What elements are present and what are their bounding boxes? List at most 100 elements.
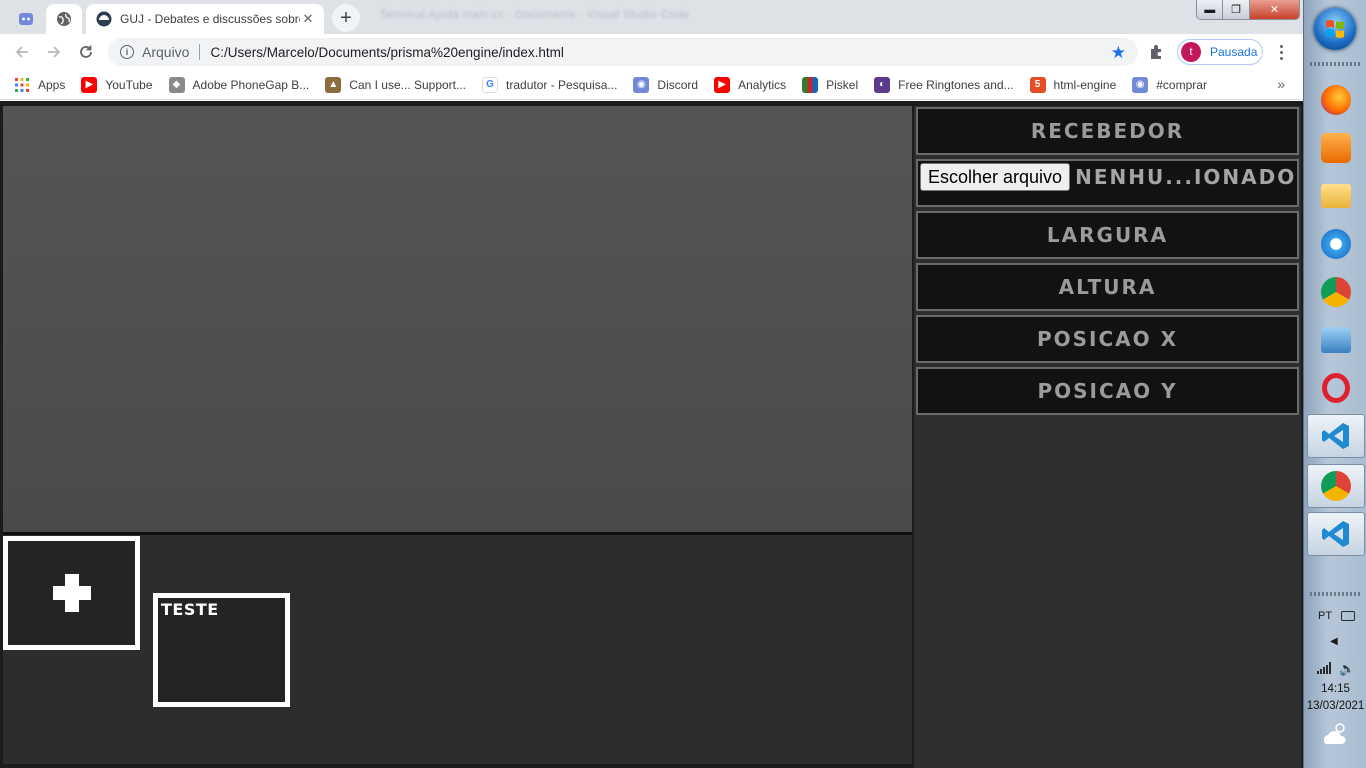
scene-canvas[interactable] <box>3 106 912 532</box>
bookmark-piskel[interactable]: Piskel <box>802 76 858 93</box>
taskbar-chrome[interactable] <box>1307 270 1365 314</box>
screen: GUJ - Debates e discussões sobre ✕ + Ter… <box>0 0 1366 768</box>
engine-page: TESTE RECEBEDOR Escolher arquivo NENHU..… <box>0 101 1303 768</box>
bookmark-star-icon[interactable]: ★ <box>1111 43 1126 63</box>
vscode-icon <box>1322 521 1349 547</box>
new-tab-button[interactable]: + <box>332 4 360 32</box>
clock-time[interactable]: 14:15 <box>1304 683 1366 695</box>
position-y-field[interactable]: POSICAO Y <box>916 367 1299 415</box>
restore-button[interactable]: ❐ <box>1223 0 1250 19</box>
bookmark-comprar[interactable]: ◉ #comprar <box>1132 76 1207 93</box>
google-icon: G <box>482 76 499 93</box>
internet-explorer-icon <box>1321 229 1351 259</box>
properties-sidebar: RECEBEDOR Escolher arquivo NENHU...IONAD… <box>914 106 1301 768</box>
taskbar-control-panel[interactable] <box>1307 318 1365 362</box>
volume-icon[interactable]: 🔊 <box>1339 661 1355 677</box>
discord-icon: ◉ <box>633 76 650 93</box>
file-input[interactable]: Escolher arquivo NENHU...IONADO <box>916 159 1299 207</box>
firefox-icon <box>1321 85 1351 115</box>
reload-icon <box>80 45 92 58</box>
windows-taskbar: PT ◀ 🔊 14:15 13/03/2021 <box>1303 0 1366 768</box>
background-window-title: Terminal Ajuda main.cc - Documents - Vis… <box>380 9 690 21</box>
file-status: NENHU...IONADO <box>1075 165 1297 189</box>
bookmark-caniuse[interactable]: ▲ Can I use... Support... <box>325 76 467 93</box>
bookmark-phonegap[interactable]: ◆ Adobe PhoneGap B... <box>168 76 310 93</box>
tray-expand-icon[interactable]: ◀ <box>1330 636 1338 647</box>
tab-discord[interactable] <box>8 4 44 34</box>
taskbar-internet-explorer[interactable] <box>1307 222 1365 266</box>
position-y-label: POSICAO Y <box>1037 379 1178 403</box>
choose-file-button[interactable]: Escolher arquivo <box>920 163 1071 191</box>
bookmark-label: Can I use... Support... <box>349 77 467 92</box>
close-tab-icon[interactable]: ✕ <box>300 11 316 27</box>
opera-icon <box>1322 373 1350 403</box>
language-indicator[interactable]: PT <box>1318 610 1332 622</box>
taskbar-vscode-2[interactable] <box>1307 512 1365 556</box>
bookmark-tradutor[interactable]: G tradutor - Pesquisa... <box>482 76 617 93</box>
bookmark-apps[interactable]: Apps <box>14 77 65 93</box>
minimize-button[interactable]: ▬ <box>1197 0 1224 19</box>
bookmark-label: html-engine <box>1053 77 1117 92</box>
chevron-double-right-icon[interactable]: » <box>1277 76 1285 92</box>
network-signal-icon[interactable] <box>1317 662 1333 674</box>
bookmark-discord[interactable]: ◉ Discord <box>633 76 698 93</box>
bookmark-analytics[interactable]: ▶ Analytics <box>714 76 787 93</box>
chrome-icon <box>1321 471 1351 501</box>
tab-guj[interactable]: GUJ - Debates e discussões sobre ✕ <box>86 4 324 34</box>
profile-button[interactable]: t Pausada <box>1177 39 1263 65</box>
bookmark-label: Adobe PhoneGap B... <box>192 77 310 92</box>
bookmark-label: Apps <box>38 77 66 92</box>
bookmark-html-engine[interactable]: 5 html-engine <box>1029 76 1117 93</box>
receiver-field[interactable]: RECEBEDOR <box>916 107 1299 155</box>
taskbar-media-player[interactable] <box>1307 126 1365 170</box>
media-player-icon <box>1321 133 1351 163</box>
address-bar[interactable]: i Arquivo C:/Users/Marcelo/Documents/pri… <box>108 38 1138 66</box>
address-separator <box>199 44 201 60</box>
browser-toolbar: i Arquivo C:/Users/Marcelo/Documents/pri… <box>0 34 1303 70</box>
extensions-puzzle-icon[interactable] <box>1148 43 1166 61</box>
keyboard-icon[interactable] <box>1341 611 1355 621</box>
globe-icon <box>57 12 71 26</box>
close-window-button[interactable]: ✕ <box>1249 0 1299 19</box>
youtube-icon: ▶ <box>81 76 98 93</box>
bookmarks-bar: Apps ▶ YouTube ◆ Adobe PhoneGap B... ▲ C… <box>0 70 1303 100</box>
start-button[interactable] <box>1314 8 1356 50</box>
address-scheme: Arquivo <box>142 44 190 60</box>
taskbar-chrome-profile[interactable] <box>1307 464 1365 508</box>
height-field[interactable]: ALTURA <box>916 263 1299 311</box>
apps-grid-icon <box>15 77 29 92</box>
forward-button[interactable] <box>42 40 66 64</box>
bookmark-ringtones[interactable]: ◐ Free Ringtones and... <box>874 76 1014 93</box>
position-x-field[interactable]: POSICAO X <box>916 315 1299 363</box>
discord-icon: ◉ <box>1132 76 1149 93</box>
bookmark-label: YouTube <box>105 77 153 92</box>
bookmark-youtube[interactable]: ▶ YouTube <box>81 76 153 93</box>
info-icon[interactable]: i <box>120 45 134 59</box>
bookmark-label: Analytics <box>738 77 787 92</box>
taskbar-vscode-1[interactable] <box>1307 414 1365 458</box>
taskbar-firefox[interactable] <box>1307 78 1365 122</box>
asset-card[interactable]: TESTE <box>153 593 290 707</box>
avatar: t <box>1181 42 1201 62</box>
reload-button[interactable] <box>74 40 98 64</box>
windows-logo-icon <box>1326 20 1344 38</box>
kebab-menu-icon[interactable] <box>1274 43 1288 61</box>
width-field[interactable]: LARGURA <box>916 211 1299 259</box>
clock-date[interactable]: 13/03/2021 <box>1304 700 1366 712</box>
address-url: C:/Users/Marcelo/Documents/prisma%20engi… <box>210 44 564 60</box>
window-controls: ▬ ❐ ✕ <box>1196 0 1300 20</box>
receiver-label: RECEBEDOR <box>1030 119 1185 143</box>
tab-strip: GUJ - Debates e discussões sobre ✕ + Ter… <box>0 0 1303 34</box>
arrow-left-icon <box>15 46 28 58</box>
taskbar-grip <box>1310 592 1360 596</box>
folder-icon <box>1321 184 1351 208</box>
weather-cloud-icon[interactable] <box>1320 720 1352 748</box>
height-label: ALTURA <box>1058 275 1157 299</box>
piskel-icon <box>802 76 819 93</box>
ringtones-icon: ◐ <box>874 76 891 93</box>
taskbar-opera[interactable] <box>1307 366 1365 410</box>
add-asset-button[interactable] <box>3 536 140 650</box>
tab-globe[interactable] <box>46 4 82 34</box>
back-button[interactable] <box>10 40 34 64</box>
taskbar-explorer[interactable] <box>1307 174 1365 218</box>
